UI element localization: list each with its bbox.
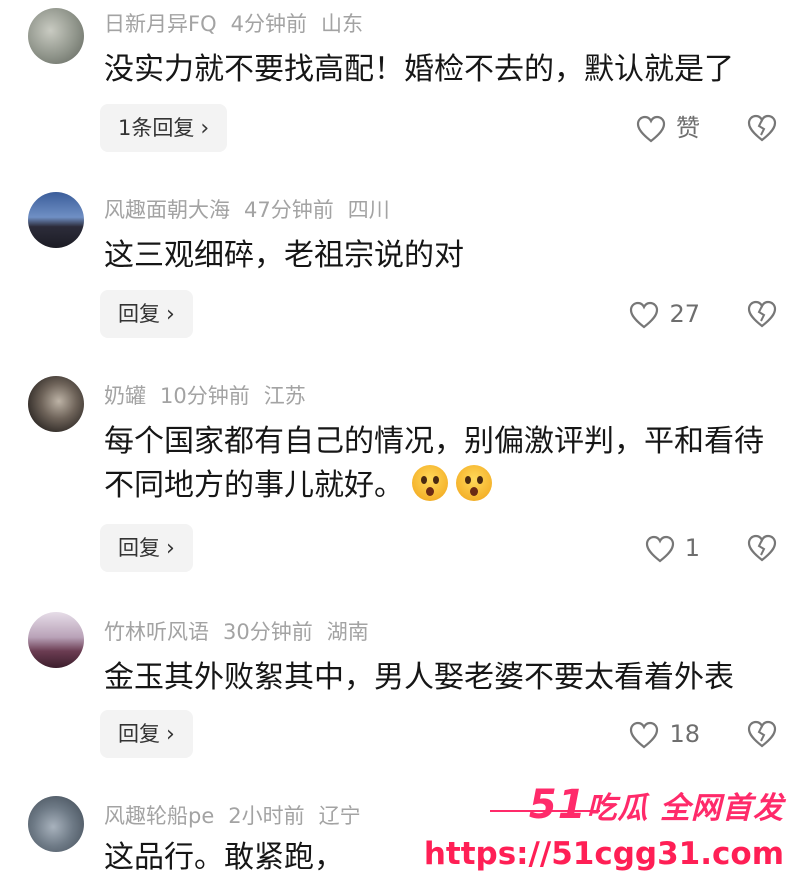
username[interactable]: 竹林听风语	[104, 620, 209, 644]
broken-heart-icon[interactable]	[746, 532, 778, 564]
watermark-number: 51	[528, 782, 587, 828]
heart-icon	[645, 535, 674, 563]
avatar[interactable]	[28, 376, 84, 432]
like-count: 赞	[676, 114, 700, 142]
heart-icon	[630, 721, 659, 749]
like-button[interactable]: 赞	[636, 104, 700, 152]
like-count: 18	[669, 720, 700, 748]
avatar[interactable]	[28, 192, 84, 248]
chevron-right-icon: ›	[166, 722, 175, 747]
comment-meta: 风趣面朝大海 47分钟前 四川	[104, 194, 404, 224]
reply-label: 1条回复	[118, 116, 195, 140]
comment-time: 47分钟前	[244, 198, 334, 222]
comment-text: 这三观细碎，老祖宗说的对	[104, 238, 464, 273]
comment-location: 湖南	[326, 620, 369, 644]
chevron-right-icon: ›	[166, 302, 175, 327]
avatar[interactable]	[28, 612, 84, 668]
comment-time: 2小时前	[228, 804, 305, 828]
comment-location: 山东	[320, 12, 363, 36]
chevron-right-icon: ›	[166, 536, 175, 561]
comment-location: 四川	[347, 198, 390, 222]
watermark: 51吃瓜 全网首发 https://51cgg31.com	[424, 780, 790, 876]
comment-location: 江苏	[263, 384, 306, 408]
like-count: 1	[684, 534, 700, 562]
chevron-right-icon: ›	[200, 116, 210, 141]
comment-location: 辽宁	[318, 804, 361, 828]
comment-time: 30分钟前	[223, 620, 313, 644]
comment-time: 10分钟前	[160, 384, 250, 408]
heart-icon	[636, 115, 666, 143]
heart-icon	[630, 301, 659, 329]
watermark-url: https://51cgg31.com	[423, 836, 784, 872]
like-button[interactable]: 18	[629, 710, 700, 758]
reply-button[interactable]: 1条回复 ›	[100, 104, 228, 152]
reply-label: 回复	[118, 536, 160, 560]
watermark-brand: 51吃瓜 全网首发	[529, 782, 784, 828]
avatar[interactable]	[28, 8, 84, 64]
comment-text: 每个国家都有自己的情况，别偏激评判，平和看待不同地方的事儿就好。	[104, 420, 776, 508]
comment-meta: 风趣轮船pe 2小时前 辽宁	[104, 800, 375, 830]
reply-label: 回复	[118, 302, 160, 326]
reply-button[interactable]: 回复 ›	[100, 710, 193, 758]
comment-text: 金玉其外败絮其中，男人娶老婆不要太看着外表	[104, 660, 734, 695]
like-button[interactable]: 27	[629, 290, 700, 338]
comment-meta: 竹林听风语 30分钟前 湖南	[104, 616, 383, 646]
broken-heart-icon[interactable]	[746, 112, 778, 144]
avatar[interactable]	[28, 796, 84, 852]
surprised-face-emoji	[456, 465, 492, 501]
watermark-brand-text: 吃瓜 全网首发	[586, 791, 784, 826]
like-button[interactable]: 1	[645, 524, 700, 572]
reply-button[interactable]: 回复 ›	[100, 290, 193, 338]
comment-meta: 日新月异FQ 4分钟前 山东	[104, 8, 377, 38]
username[interactable]: 奶罐	[104, 384, 146, 408]
reply-label: 回复	[118, 722, 160, 746]
reply-button[interactable]: 回复 ›	[100, 524, 193, 572]
surprised-face-emoji	[412, 465, 448, 501]
broken-heart-icon[interactable]	[746, 298, 778, 330]
like-count: 27	[669, 300, 700, 328]
comment-text: 没实力就不要找高配！婚检不去的，默认就是了	[104, 52, 734, 87]
comment-time: 4分钟前	[230, 12, 307, 36]
broken-heart-icon[interactable]	[746, 718, 778, 750]
username[interactable]: 日新月异FQ	[104, 12, 217, 36]
comment-meta: 奶罐 10分钟前 江苏	[104, 380, 320, 410]
username[interactable]: 风趣轮船pe	[104, 804, 214, 828]
username[interactable]: 风趣面朝大海	[104, 198, 230, 222]
